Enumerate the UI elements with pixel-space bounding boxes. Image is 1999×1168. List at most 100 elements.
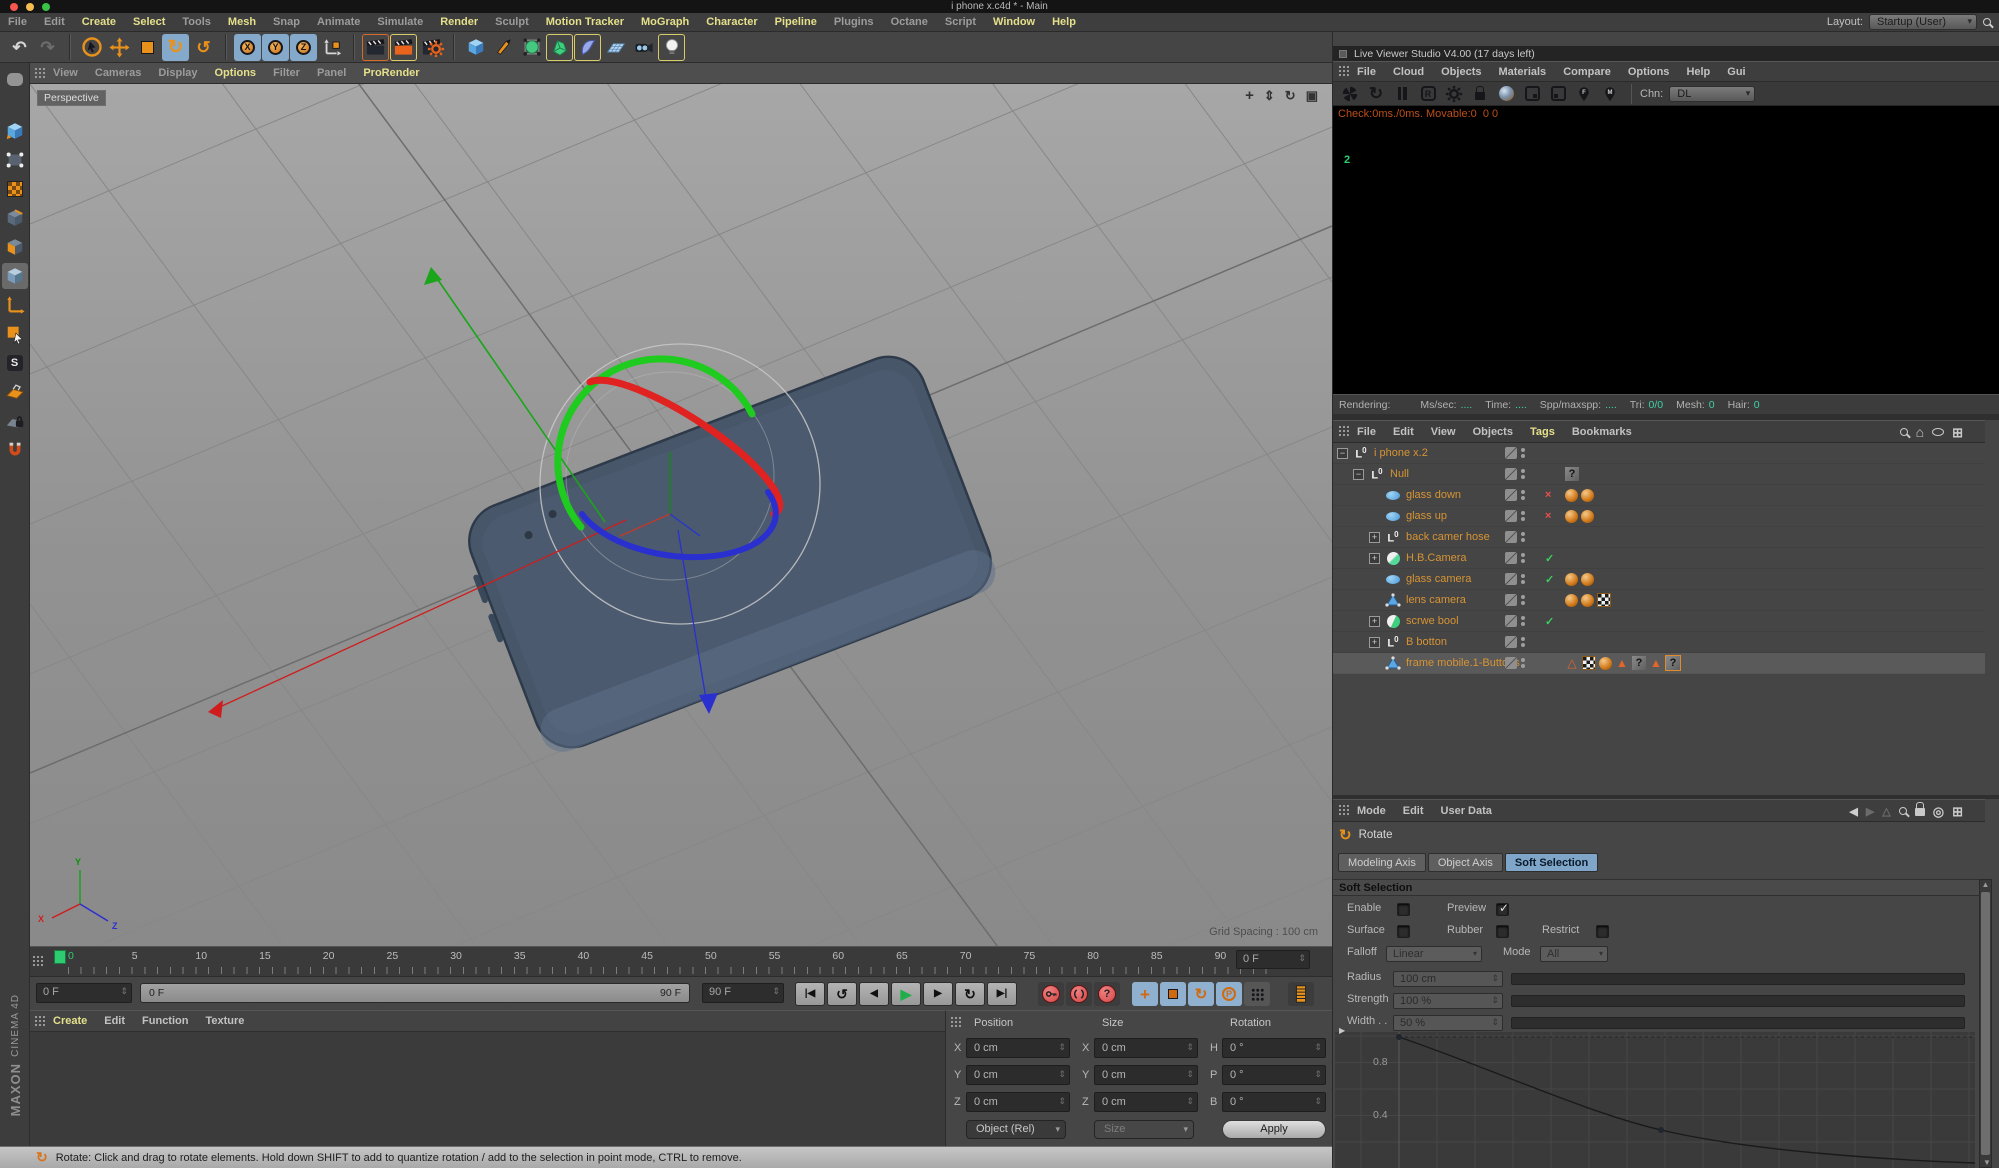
material-tag-icon[interactable]	[1581, 593, 1594, 607]
channel-dropdown[interactable]: DL	[1669, 85, 1756, 102]
visibility-dots-icon[interactable]	[1521, 553, 1525, 563]
add-cube-icon[interactable]	[462, 34, 489, 61]
menu-mesh[interactable]: Mesh	[228, 16, 256, 28]
add-light-icon[interactable]	[658, 34, 685, 61]
history-back-icon[interactable]: ◀	[1849, 806, 1857, 818]
visibility-dots-icon[interactable]	[1521, 574, 1525, 584]
menu-tools[interactable]: Tools	[182, 16, 211, 28]
scrollbar[interactable]: ▲ ▼	[1979, 879, 1992, 1168]
object-name[interactable]: B botton	[1406, 636, 1447, 648]
camera-label[interactable]: Perspective	[37, 90, 106, 106]
live-viewer-titlebar[interactable]: Live Viewer Studio V4.00 (17 days left)	[1333, 46, 1999, 61]
add-camera-icon[interactable]	[630, 34, 657, 61]
restart-render-icon[interactable]: ↻	[1363, 83, 1389, 105]
menu-function[interactable]: Function	[142, 1015, 188, 1027]
keyframe-options-button[interactable]: ?	[1094, 982, 1120, 1006]
phong-tag-icon[interactable]: ▲	[1615, 656, 1629, 670]
start-frame-field[interactable]: 0 F	[36, 983, 132, 1003]
mode-dropdown[interactable]: All	[1540, 946, 1608, 962]
target-icon[interactable]: ◎	[1933, 805, 1944, 819]
object-name[interactable]: scrwe bool	[1406, 615, 1459, 627]
channel-rotation-button[interactable]: ↻	[1188, 982, 1214, 1006]
goto-end-button[interactable]: ▶|	[987, 982, 1017, 1006]
menu-character[interactable]: Character	[706, 16, 757, 28]
add-spline-icon[interactable]	[574, 34, 601, 61]
material-tag-icon[interactable]	[1565, 509, 1578, 523]
last-tool-icon[interactable]: ↺	[190, 34, 217, 61]
restrict-checkbox[interactable]	[1596, 925, 1609, 938]
redo-icon[interactable]: ↷	[34, 34, 61, 61]
menu-plugins[interactable]: Plugins	[834, 16, 874, 28]
object-row[interactable]: − L0 i phone x.2	[1333, 443, 1985, 464]
menu-options[interactable]: Options	[1628, 66, 1670, 78]
magnifier-icon[interactable]	[1899, 427, 1908, 439]
menu-pipeline[interactable]: Pipeline	[775, 16, 817, 28]
menu-bookmarks[interactable]: Bookmarks	[1572, 426, 1632, 438]
render-view-icon[interactable]	[362, 34, 389, 61]
menu-tags[interactable]: Tags	[1530, 426, 1555, 438]
frame-forward-button[interactable]: ▶	[923, 982, 953, 1006]
octane-render-view[interactable]: Check:0ms./0ms. Movable:0 0 0 2	[1333, 106, 1999, 394]
radius-slider[interactable]	[1511, 973, 1965, 985]
material-tag-icon[interactable]	[1565, 572, 1578, 586]
points-mode-icon[interactable]	[2, 147, 28, 173]
live-selection-icon[interactable]	[78, 34, 105, 61]
enabled-mark-icon[interactable]: ✓	[1545, 552, 1554, 565]
panel-drag-handle[interactable]	[32, 955, 43, 968]
object-row[interactable]: + L0 B botton	[1333, 632, 1985, 653]
eye-icon[interactable]	[1932, 427, 1945, 439]
object-row[interactable]: − L0 Null?	[1333, 464, 1985, 485]
enabled-mark-icon[interactable]: ✓	[1545, 573, 1554, 586]
add-panel-icon[interactable]: ⊞	[1952, 805, 1963, 819]
menu-octane[interactable]: Octane	[891, 16, 928, 28]
focus-pin-f-icon[interactable]: F	[1571, 83, 1597, 105]
tab-soft-selection[interactable]: Soft Selection	[1504, 853, 1599, 872]
visibility-toggles[interactable]	[1505, 573, 1525, 585]
panel-drag-handle[interactable]	[1338, 425, 1349, 438]
object-name[interactable]: i phone x.2	[1374, 447, 1428, 459]
workplane-icon[interactable]	[2, 379, 28, 405]
menu-filter[interactable]: Filter	[273, 67, 300, 79]
layer-toggle-icon[interactable]	[1505, 573, 1517, 585]
menu-mode[interactable]: Mode	[1357, 805, 1386, 817]
lock-workplane-icon[interactable]	[2, 408, 28, 434]
visibility-toggles[interactable]	[1505, 615, 1525, 627]
layer-toggle-icon[interactable]	[1505, 468, 1517, 480]
enabled-mark-icon[interactable]: ✓	[1545, 615, 1554, 628]
material-tag-icon[interactable]	[1581, 572, 1594, 586]
menu-create[interactable]: Create	[53, 1015, 87, 1027]
add-subdivision-icon[interactable]	[518, 34, 545, 61]
panel-drag-handle[interactable]	[950, 1016, 961, 1029]
surface-checkbox[interactable]	[1397, 925, 1410, 938]
material-tag-icon[interactable]	[1565, 593, 1578, 607]
object-name[interactable]: back camer hose	[1406, 531, 1490, 543]
object-row[interactable]: glass up ×	[1333, 506, 1985, 527]
tab-modeling-axis[interactable]: Modeling Axis	[1338, 853, 1426, 872]
menu-create[interactable]: Create	[82, 16, 116, 28]
falloff-dropdown[interactable]: Linear	[1386, 946, 1482, 962]
rubber-checkbox[interactable]	[1496, 925, 1509, 938]
menu-file[interactable]: File	[8, 16, 27, 28]
coordinate-field[interactable]: 0 cm	[1094, 1065, 1198, 1085]
loop-button[interactable]: ↻	[955, 982, 985, 1006]
selection-tag-icon[interactable]: △	[1565, 656, 1579, 670]
menu-gui[interactable]: Gui	[1727, 66, 1745, 78]
unknown-tag-icon[interactable]: ?	[1665, 655, 1681, 671]
visibility-dots-icon[interactable]	[1521, 658, 1525, 668]
perspective-viewport[interactable]: Y X Z Perspective Grid Spacing : 100 cm …	[30, 84, 1332, 946]
tab-object-axis[interactable]: Object Axis	[1427, 853, 1503, 872]
model-mode-icon[interactable]	[1, 263, 28, 289]
goto-start-button[interactable]: |◀	[795, 982, 825, 1006]
axis-z-icon[interactable]: Z	[290, 33, 317, 61]
texture-tag-icon[interactable]	[1597, 593, 1611, 607]
expand-toggle-icon[interactable]: +	[1369, 552, 1380, 564]
coordinate-field[interactable]: 0 °	[1222, 1092, 1326, 1112]
menu-texture[interactable]: Texture	[205, 1015, 244, 1027]
expand-toggle-icon[interactable]: +	[1369, 636, 1380, 648]
material-tag-icon[interactable]	[1599, 656, 1612, 670]
menu-edit[interactable]: Edit	[44, 16, 65, 28]
frame-back-button[interactable]: ◀	[859, 982, 889, 1006]
add-deformer-icon[interactable]	[546, 34, 573, 61]
axis-mode-icon[interactable]	[2, 292, 28, 318]
panel-drag-handle[interactable]	[1338, 804, 1349, 817]
